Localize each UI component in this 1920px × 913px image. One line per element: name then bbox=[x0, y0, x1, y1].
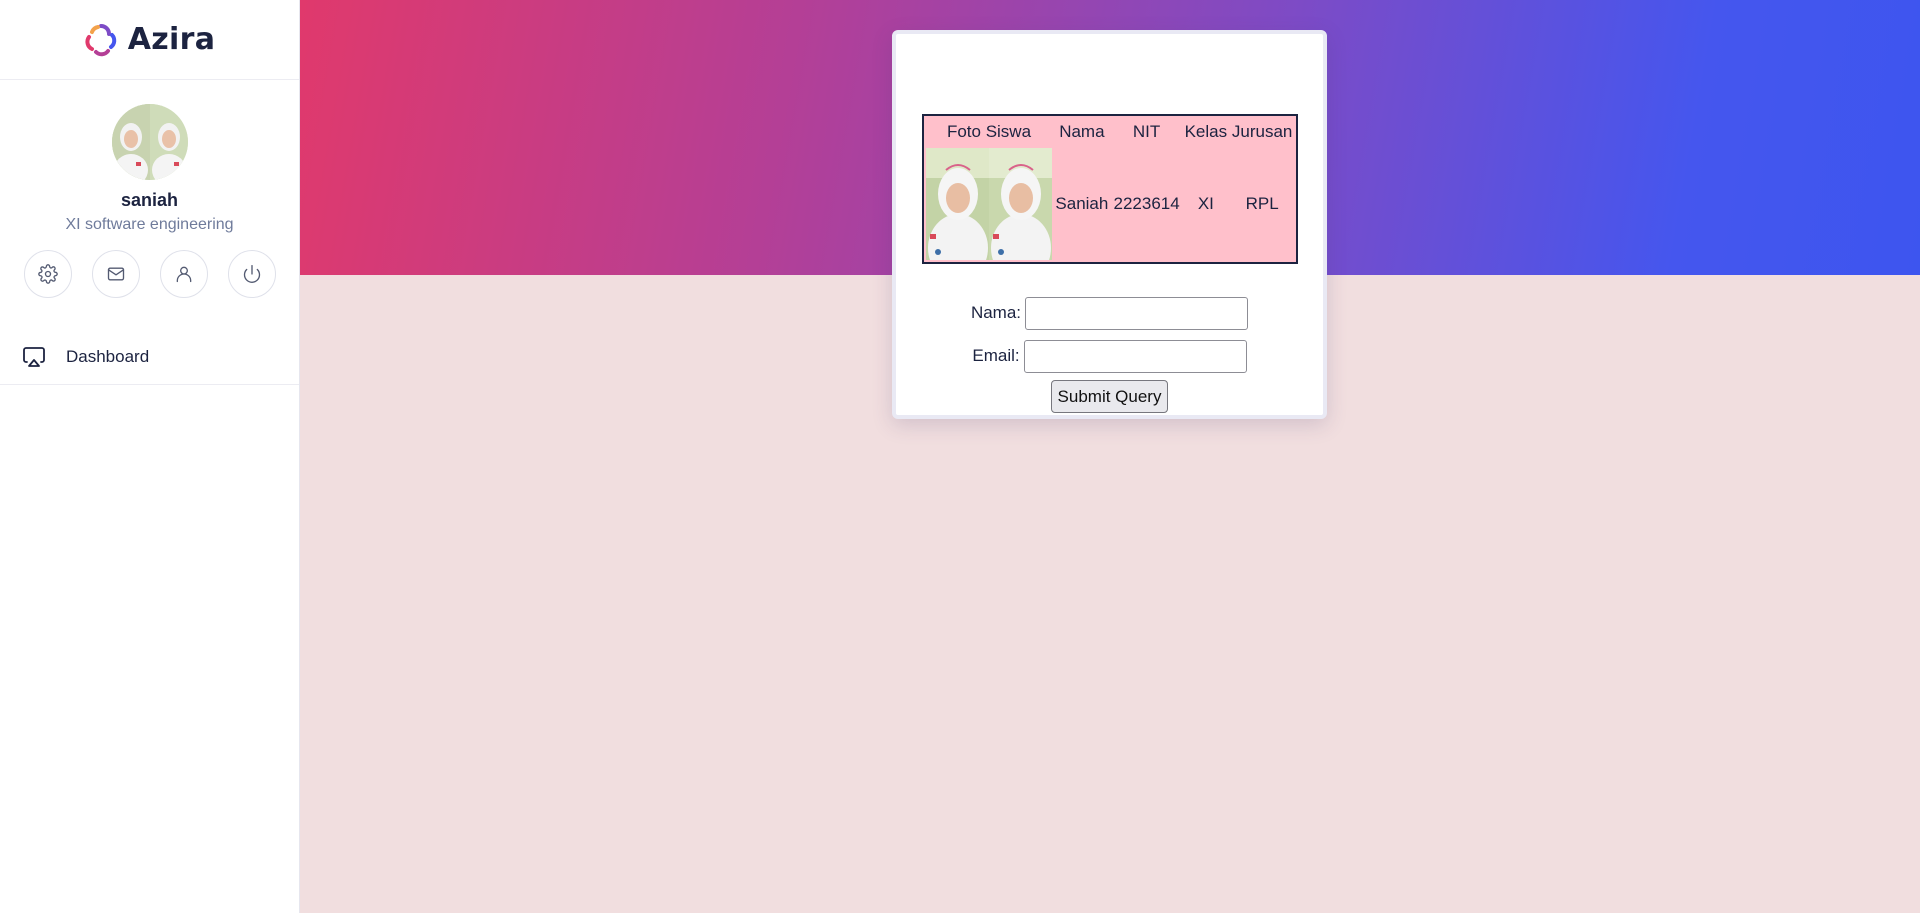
column-header-nama: Nama bbox=[1059, 122, 1105, 141]
email-input[interactable] bbox=[1023, 339, 1247, 373]
profile-actions bbox=[23, 250, 276, 298]
brand[interactable]: Azira bbox=[0, 0, 299, 80]
cell-jurusan: RPL bbox=[1245, 194, 1279, 213]
mail-icon bbox=[107, 267, 124, 281]
sidebar-nav: Dashboard bbox=[0, 330, 299, 385]
column-header-nit: NIT bbox=[1132, 122, 1161, 141]
brand-name: Azira bbox=[127, 22, 216, 57]
sidebar-item-dashboard[interactable]: Dashboard bbox=[0, 330, 299, 384]
student-card: Foto Siswa Nama NIT Kelas Jurusan Saniah… bbox=[892, 30, 1327, 419]
cell-nit: 2223614 bbox=[1113, 194, 1180, 213]
mail-button[interactable] bbox=[91, 250, 140, 298]
table-row: Saniah 2223614 XI RPL bbox=[926, 148, 1294, 260]
email-label: Email: bbox=[972, 346, 1020, 365]
student-photo-cell bbox=[926, 148, 1052, 260]
sidebar: Azira saniah XI software engineering Das… bbox=[0, 0, 300, 913]
student-photo-left bbox=[926, 148, 989, 260]
column-header-foto: Foto Siswa bbox=[946, 122, 1032, 141]
logout-button[interactable] bbox=[227, 250, 276, 298]
sidebar-item-label: Dashboard bbox=[66, 347, 150, 366]
cell-kelas: XI bbox=[1197, 194, 1214, 213]
azira-logo-icon bbox=[85, 23, 116, 56]
student-photo bbox=[926, 148, 1052, 260]
column-header-kelas: Kelas bbox=[1184, 122, 1228, 141]
submit-row: Submit Query bbox=[896, 380, 1323, 413]
profile: saniah XI software engineering bbox=[0, 80, 299, 298]
settings-button[interactable] bbox=[23, 250, 72, 298]
airplay-icon bbox=[23, 347, 45, 367]
student-photo-right bbox=[989, 148, 1052, 260]
avatar[interactable] bbox=[111, 104, 188, 180]
column-header-jurusan: Jurusan bbox=[1231, 122, 1293, 141]
student-table: Foto Siswa Nama NIT Kelas Jurusan Saniah… bbox=[922, 114, 1298, 264]
cell-nama: Saniah bbox=[1055, 194, 1109, 213]
nama-label: Nama: bbox=[970, 303, 1022, 322]
profile-button[interactable] bbox=[159, 250, 208, 298]
email-row: Email: bbox=[896, 339, 1323, 373]
nama-input[interactable] bbox=[1025, 296, 1249, 330]
avatar-photo bbox=[111, 104, 188, 180]
profile-name: saniah bbox=[120, 190, 179, 210]
table-header-row: Foto Siswa Nama NIT Kelas Jurusan bbox=[926, 118, 1294, 146]
user-icon bbox=[176, 266, 191, 283]
gear-icon bbox=[37, 264, 58, 284]
power-icon bbox=[243, 265, 260, 283]
student-form: Nama: Email: Submit Query bbox=[896, 296, 1323, 413]
profile-subtitle: XI software engineering bbox=[65, 216, 234, 233]
submit-button[interactable]: Submit Query bbox=[1050, 380, 1169, 413]
nama-row: Nama: bbox=[896, 296, 1323, 330]
